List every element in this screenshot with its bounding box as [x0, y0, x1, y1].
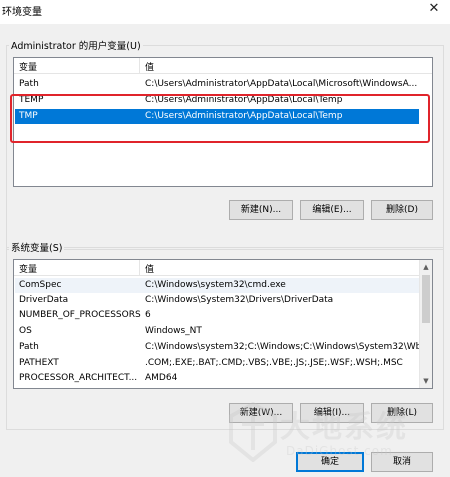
system-vars-header: 变量 值	[14, 260, 420, 276]
system-var-name: PROCESSOR_ARCHITECT...	[19, 373, 138, 383]
system-var-value: C:\Windows\System32\Drivers\DriverData	[145, 295, 334, 305]
system-var-row[interactable]: Path C:\Windows\system32;C:\Windows;C:\W…	[15, 340, 430, 355]
system-delete-button[interactable]: 删除(L)	[371, 403, 433, 423]
user-delete-button[interactable]: 删除(D)	[371, 200, 433, 220]
user-var-value: C:\Users\Administrator\AppData\Local\Mic…	[145, 79, 418, 89]
column-separator[interactable]	[139, 260, 140, 276]
system-var-value: .COM;.EXE;.BAT;.CMD;.VBS;.VBE;.JS;.JSE;.…	[145, 358, 403, 368]
system-var-name: DriverData	[19, 295, 69, 305]
system-var-row[interactable]: DriverData C:\Windows\System32\Drivers\D…	[15, 293, 419, 308]
system-var-row[interactable]: PATHEXT .COM;.EXE;.BAT;.CMD;.VBS;.VBE;.J…	[15, 356, 419, 371]
system-var-row[interactable]: PROCESSOR_ARCHITECT... AMD64	[15, 371, 419, 386]
user-var-name: Path	[19, 79, 39, 89]
window-title: 环境变量	[2, 7, 42, 18]
system-col-name-header[interactable]: 变量	[19, 262, 37, 275]
user-vars-header: 变量 值	[14, 58, 432, 74]
scroll-up-icon[interactable]: ▲	[420, 261, 432, 273]
user-new-button[interactable]: 新建(N)...	[229, 200, 293, 220]
column-separator[interactable]	[139, 58, 140, 74]
system-var-name: OS	[19, 326, 32, 336]
system-vars-group-label: 系统变量(S)	[9, 240, 65, 254]
title-bar: 环境变量 ✕	[0, 0, 450, 24]
system-var-row[interactable]: NUMBER_OF_PROCESSORS 6	[15, 308, 419, 323]
system-var-value: Windows_NT	[145, 326, 202, 336]
user-vars-group-label: Administrator 的用户变量(U)	[9, 38, 143, 52]
system-var-row[interactable]: ComSpec C:\Windows\system32\cmd.exe	[15, 278, 419, 293]
system-vars-list[interactable]: 变量 值 ComSpec C:\Windows\system32\cmd.exe…	[13, 259, 433, 389]
system-var-value: C:\Windows\system32;C:\Windows;C:\Window…	[145, 342, 430, 352]
scroll-down-icon[interactable]: ▼	[420, 375, 432, 387]
cancel-button[interactable]: 取消	[371, 452, 433, 472]
system-var-value: C:\Windows\system32\cmd.exe	[145, 280, 286, 290]
ok-button[interactable]: 确定	[296, 452, 364, 472]
user-var-row[interactable]: Path C:\Users\Administrator\AppData\Loca…	[15, 77, 419, 92]
system-var-name: NUMBER_OF_PROCESSORS	[19, 310, 141, 320]
system-var-name: PATHEXT	[19, 358, 59, 368]
dialog-body: Administrator 的用户变量(U) 变量 值 Path C:\User…	[0, 24, 450, 477]
highlight-box	[10, 94, 430, 143]
system-new-button[interactable]: 新建(W)...	[229, 403, 293, 423]
user-col-name-header[interactable]: 变量	[19, 60, 37, 73]
system-col-value-header[interactable]: 值	[145, 262, 154, 275]
user-col-value-header[interactable]: 值	[145, 60, 154, 73]
system-edit-button[interactable]: 编辑(I)...	[300, 403, 364, 423]
close-icon[interactable]: ✕	[424, 0, 444, 18]
system-var-value: AMD64	[145, 373, 178, 383]
user-edit-button[interactable]: 编辑(E)...	[300, 200, 364, 220]
system-var-row[interactable]: OS Windows_NT	[15, 324, 419, 339]
system-var-value: 6	[145, 310, 151, 320]
system-var-name: Path	[19, 342, 39, 352]
system-var-name: ComSpec	[19, 280, 62, 290]
scroll-thumb[interactable]	[422, 275, 430, 323]
system-vars-scrollbar[interactable]: ▲ ▼	[419, 260, 432, 388]
